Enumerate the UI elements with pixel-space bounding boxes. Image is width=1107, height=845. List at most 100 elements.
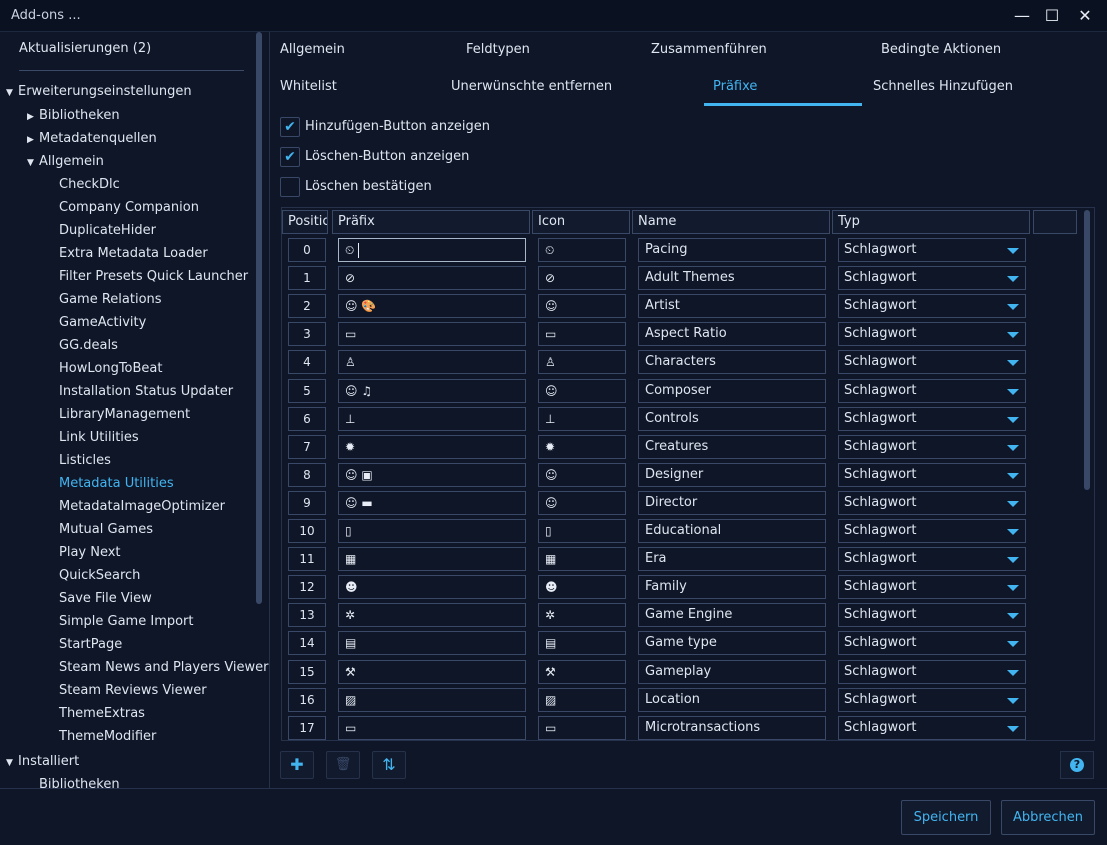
checkbox[interactable]: ✔ <box>280 117 300 137</box>
sidebar-addon-item[interactable]: MetadataImageOptimizer <box>59 495 225 518</box>
help-button[interactable]: ? <box>1060 751 1094 779</box>
dropdown-arrow-icon[interactable] <box>1007 529 1019 535</box>
column-header-prefix[interactable]: Präfix <box>332 210 530 234</box>
position-cell[interactable]: 11 <box>288 547 326 571</box>
type-dropdown[interactable]: Schlagwort <box>838 575 1026 599</box>
dropdown-arrow-icon[interactable] <box>1007 389 1019 395</box>
delete-row-button[interactable]: 🗑 <box>326 751 360 779</box>
prefix-input[interactable]: ⚒ <box>338 660 526 684</box>
dropdown-arrow-icon[interactable] <box>1007 670 1019 676</box>
icon-input[interactable]: ⏲ <box>538 238 626 262</box>
name-input[interactable]: Adult Themes <box>638 266 826 290</box>
position-cell[interactable]: 8 <box>288 463 326 487</box>
dropdown-arrow-icon[interactable] <box>1007 417 1019 423</box>
prefix-input[interactable]: ⊘ <box>338 266 526 290</box>
dropdown-arrow-icon[interactable] <box>1007 613 1019 619</box>
sidebar-addon-item[interactable]: DuplicateHider <box>59 219 156 242</box>
position-cell[interactable]: 5 <box>288 379 326 403</box>
icon-input[interactable]: ☺ <box>538 491 626 515</box>
sidebar-addon-item[interactable]: Simple Game Import <box>59 610 194 633</box>
icon-input[interactable]: ☺ <box>538 294 626 318</box>
position-cell[interactable]: 15 <box>288 660 326 684</box>
prefix-input[interactable]: ▭ <box>338 322 526 346</box>
column-header-icon[interactable]: Icon <box>532 210 630 234</box>
name-input[interactable]: Location <box>638 688 826 712</box>
dropdown-arrow-icon[interactable] <box>1007 501 1019 507</box>
position-cell[interactable]: 9 <box>288 491 326 515</box>
sidebar-item-updates[interactable]: Aktualisierungen (2) <box>19 37 151 60</box>
icon-input[interactable]: ☺ <box>538 463 626 487</box>
table-row[interactable]: 11 ▦ ▦ Era Schlagwort <box>282 545 1082 573</box>
position-cell[interactable]: 6 <box>288 407 326 431</box>
table-row[interactable]: 12 ☻ ☻ Family Schlagwort <box>282 573 1082 601</box>
sidebar-addon-item[interactable]: ThemeExtras <box>59 702 145 725</box>
table-row[interactable]: 17 ▭ ▭ Microtransactions Schlagwort <box>282 714 1082 740</box>
checkbox[interactable] <box>280 177 300 197</box>
tab-field-types[interactable]: Feldtypen <box>466 35 530 65</box>
type-dropdown[interactable]: Schlagwort <box>838 631 1026 655</box>
type-dropdown[interactable]: Schlagwort <box>838 491 1026 515</box>
position-cell[interactable]: 3 <box>288 322 326 346</box>
dropdown-arrow-icon[interactable] <box>1007 473 1019 479</box>
dropdown-arrow-icon[interactable] <box>1007 276 1019 282</box>
position-cell[interactable]: 14 <box>288 631 326 655</box>
sidebar-addon-item[interactable]: Play Next <box>59 541 121 564</box>
sidebar-addon-item[interactable]: LibraryManagement <box>59 403 190 426</box>
table-row[interactable]: 4 ♙ ♙ Characters Schlagwort <box>282 348 1082 376</box>
type-dropdown[interactable]: Schlagwort <box>838 266 1026 290</box>
table-row[interactable]: 8 ☺ ▣ ☺ Designer Schlagwort <box>282 461 1082 489</box>
table-row[interactable]: 14 ▤ ▤ Game type Schlagwort <box>282 629 1082 657</box>
name-input[interactable]: Creatures <box>638 435 826 459</box>
prefix-input[interactable]: ☺ ▣ <box>338 463 526 487</box>
type-dropdown[interactable]: Schlagwort <box>838 435 1026 459</box>
type-dropdown[interactable]: Schlagwort <box>838 547 1026 571</box>
table-scrollbar[interactable] <box>1084 210 1090 490</box>
position-cell[interactable]: 1 <box>288 266 326 290</box>
icon-input[interactable]: ♙ <box>538 350 626 374</box>
dropdown-arrow-icon[interactable] <box>1007 304 1019 310</box>
icon-input[interactable]: ▤ <box>538 631 626 655</box>
column-header-type[interactable]: Typ <box>832 210 1030 234</box>
name-input[interactable]: Artist <box>638 294 826 318</box>
prefix-input[interactable]: ▤ <box>338 631 526 655</box>
icon-input[interactable]: ▨ <box>538 688 626 712</box>
table-row[interactable]: 5 ☺ ♫ ☺ Composer Schlagwort <box>282 377 1082 405</box>
prefix-input[interactable]: ✹ <box>338 435 526 459</box>
minimize-button[interactable]: — <box>1005 0 1039 32</box>
position-cell[interactable]: 7 <box>288 435 326 459</box>
sidebar-scrollbar[interactable] <box>256 32 262 604</box>
icon-input[interactable]: ⚒ <box>538 660 626 684</box>
type-dropdown[interactable]: Schlagwort <box>838 463 1026 487</box>
tab-whitelist[interactable]: Whitelist <box>280 72 337 102</box>
prefix-input[interactable]: ▨ <box>338 688 526 712</box>
name-input[interactable]: Director <box>638 491 826 515</box>
icon-input[interactable]: ▦ <box>538 547 626 571</box>
icon-input[interactable]: ☻ <box>538 575 626 599</box>
icon-input[interactable]: ✹ <box>538 435 626 459</box>
sidebar-addon-item[interactable]: Metadata Utilities <box>59 472 174 495</box>
table-row[interactable]: 7 ✹ ✹ Creatures Schlagwort <box>282 433 1082 461</box>
table-row[interactable]: 13 ✲ ✲ Game Engine Schlagwort <box>282 601 1082 629</box>
checkbox[interactable]: ✔ <box>280 147 300 167</box>
chevron-down-icon[interactable]: ▼ <box>6 82 18 105</box>
add-row-button[interactable]: ✚ <box>280 751 314 779</box>
name-input[interactable]: Family <box>638 575 826 599</box>
icon-input[interactable]: ▯ <box>538 519 626 543</box>
prefix-input[interactable]: ☻ <box>338 575 526 599</box>
name-input[interactable]: Game Engine <box>638 603 826 627</box>
dropdown-arrow-icon[interactable] <box>1007 360 1019 366</box>
name-input[interactable]: Aspect Ratio <box>638 322 826 346</box>
sidebar-addon-item[interactable]: CheckDlc <box>59 173 120 196</box>
chevron-right-icon[interactable]: ▶ <box>27 106 39 129</box>
name-input[interactable]: Gameplay <box>638 660 826 684</box>
dropdown-arrow-icon[interactable] <box>1007 248 1019 254</box>
dropdown-arrow-icon[interactable] <box>1007 726 1019 732</box>
name-input[interactable]: Controls <box>638 407 826 431</box>
dropdown-arrow-icon[interactable] <box>1007 557 1019 563</box>
sidebar-item-libraries[interactable]: ▶ Bibliotheken <box>27 104 120 127</box>
sidebar-item-metadata-sources[interactable]: ▶ Metadatenquellen <box>27 127 157 150</box>
sidebar-addon-item[interactable]: QuickSearch <box>59 564 140 587</box>
type-dropdown[interactable]: Schlagwort <box>838 716 1026 740</box>
type-dropdown[interactable]: Schlagwort <box>838 379 1026 403</box>
close-button[interactable]: ✕ <box>1068 0 1102 32</box>
